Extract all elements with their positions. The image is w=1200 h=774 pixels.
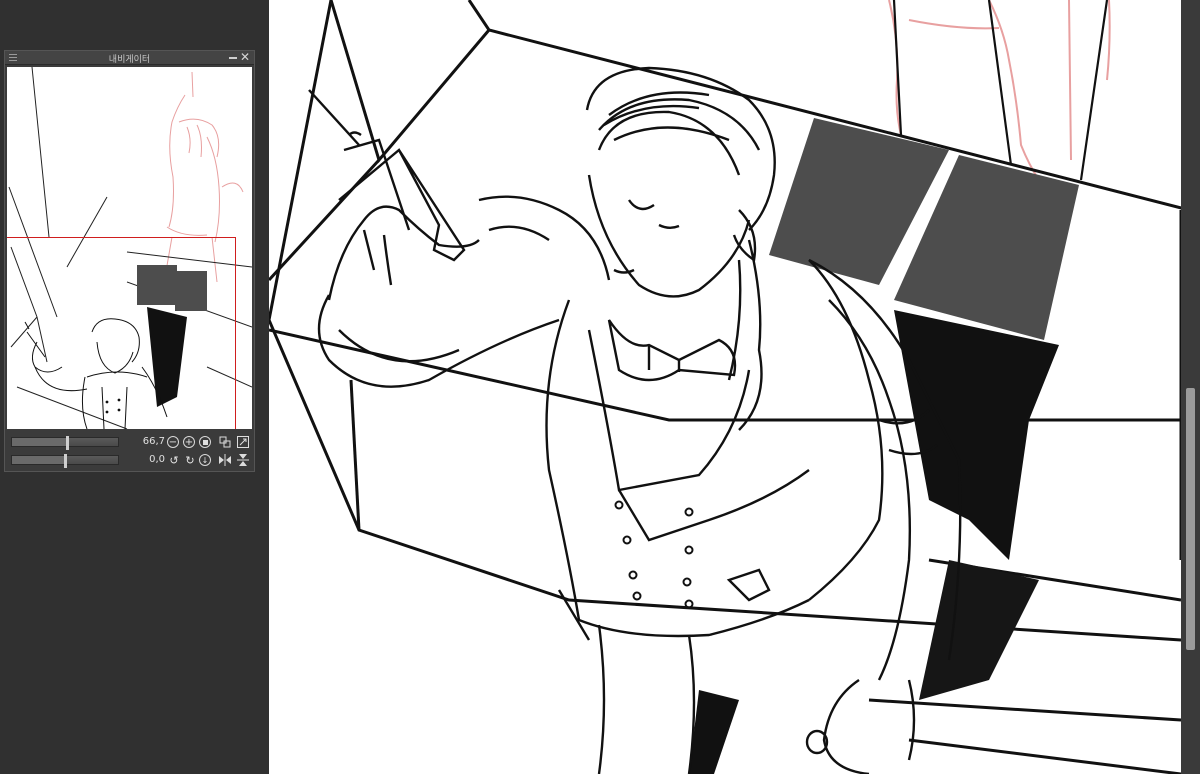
close-icon[interactable]: ✕ (240, 50, 250, 64)
fit-page-icon[interactable] (199, 436, 211, 448)
canvas-artwork (269, 0, 1181, 774)
flip-vertical-icon[interactable] (236, 453, 250, 467)
zoom-slider-fill (12, 438, 68, 446)
rotation-slider-fill (12, 456, 65, 464)
zoom-value[interactable]: 66,7 (127, 435, 165, 449)
rotate-left-icon[interactable]: ↺ (167, 453, 181, 467)
rotation-slider-thumb[interactable] (64, 454, 67, 468)
rotation-row: 0,0 ↺ ↻ ↓ (9, 453, 250, 468)
zoom-out-icon[interactable]: − (167, 436, 179, 448)
zoom-slider[interactable] (11, 436, 119, 450)
viewport-indicator[interactable] (7, 237, 236, 429)
zoom-slider-thumb[interactable] (66, 436, 70, 450)
zoom-in-icon[interactable]: + (183, 436, 195, 448)
zoom-row: 66,7 − + (9, 435, 250, 450)
rotation-value[interactable]: 0,0 (127, 453, 165, 467)
flip-horizontal-icon[interactable] (218, 453, 232, 467)
rotation-slider[interactable] (11, 454, 119, 468)
navigator-titlebar[interactable]: 내비게이터 ✕ (5, 50, 254, 65)
vertical-scrollbar[interactable] (1181, 0, 1200, 774)
reset-rotation-icon[interactable]: ↓ (199, 454, 211, 466)
rotate-right-icon[interactable]: ↻ (183, 453, 197, 467)
navigator-preview[interactable] (7, 67, 252, 429)
drawing-canvas[interactable] (269, 0, 1181, 774)
navigator-panel: 내비게이터 ✕ 66,7 − + 0,0 ↺ ↻ ↓ (4, 50, 255, 472)
navigator-title: 내비게이터 (108, 55, 151, 65)
fit-window-icon[interactable] (236, 435, 250, 449)
scrollbar-thumb[interactable] (1186, 388, 1195, 650)
actual-size-icon[interactable] (218, 435, 232, 449)
minimize-icon[interactable] (229, 57, 237, 59)
